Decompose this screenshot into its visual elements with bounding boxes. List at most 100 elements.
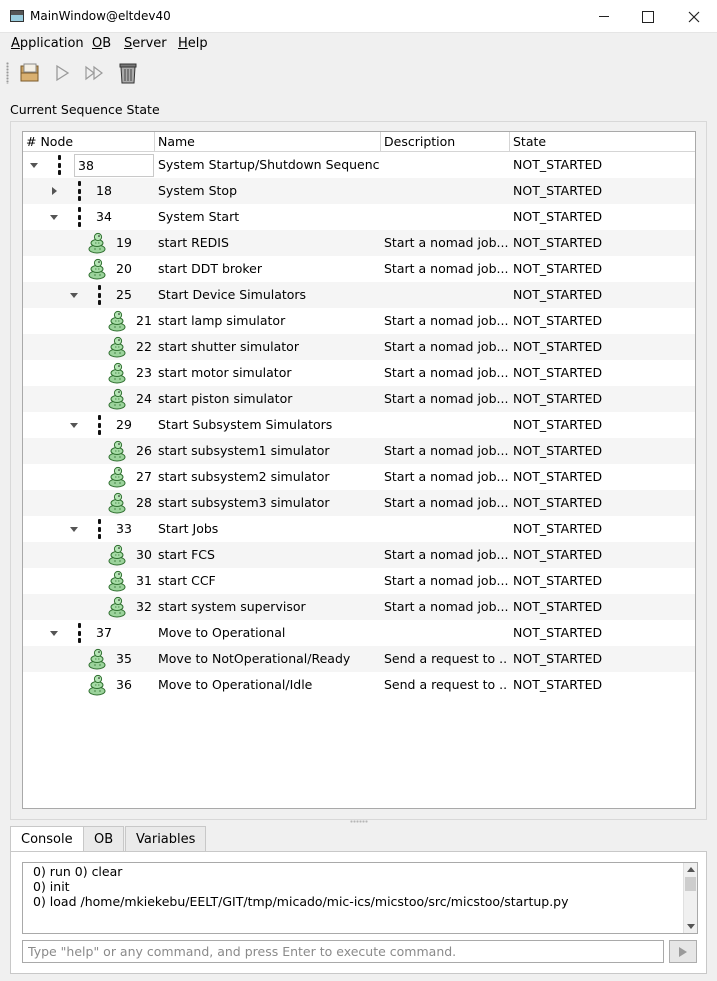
tree-row-action[interactable]: 31 start CCF Start a nomad job... NOT_START… (23, 568, 695, 594)
node-state: NOT_STARTED (513, 599, 603, 614)
tree-row-action[interactable]: 36 Move to Operational/Idle Send a request… (23, 672, 695, 698)
menu-bar: Application OB Server Help (0, 33, 717, 55)
tree-row-action[interactable]: 20 start DDT broker Start a nomad job... NO… (23, 256, 695, 282)
tree-row-sequence[interactable]: 37 Move to Operational NOT_STARTED (23, 620, 695, 646)
tree-row-sequence[interactable]: 18 System Stop NOT_STARTED (23, 178, 695, 204)
node-state: NOT_STARTED (513, 469, 603, 484)
node-description (384, 282, 508, 308)
sequence-icon (97, 519, 101, 539)
node-name: start FCS (158, 547, 215, 562)
node-name: Move to NotOperational/Ready (158, 651, 351, 666)
node-id: 32 (136, 599, 152, 614)
load-ob-button[interactable] (17, 60, 43, 86)
sequence-tree[interactable]: # Node Name Description State 38 System S… (22, 131, 696, 809)
tree-row-action[interactable]: 28 start subsystem3 simulator Start a noma… (23, 490, 695, 516)
node-state: NOT_STARTED (513, 391, 603, 406)
console-scrollbar[interactable] (683, 863, 697, 933)
node-name: Start Device Simulators (158, 287, 307, 302)
menu-application[interactable]: Application (11, 36, 84, 51)
execute-button[interactable] (669, 940, 697, 963)
menu-help[interactable]: Help (178, 36, 208, 51)
run-button[interactable] (49, 60, 75, 86)
tree-row-sequence[interactable]: 34 System Start NOT_STARTED (23, 204, 695, 230)
node-description: Start a nomad job... (384, 443, 508, 458)
column-header-description[interactable]: Description (381, 132, 510, 152)
tree-row-action[interactable]: 30 start FCS Start a nomad job... NOT_START… (23, 542, 695, 568)
python-action-icon (87, 648, 107, 670)
tree-row-sequence[interactable]: 33 Start Jobs NOT_STARTED (23, 516, 695, 542)
scroll-down-icon[interactable] (687, 924, 695, 929)
tree-row-action[interactable]: 23 start motor simulator Start a nomad job… (23, 360, 695, 386)
chevron-down-icon[interactable] (50, 215, 58, 220)
tree-row-action[interactable]: 35 Move to NotOperational/Ready Send a req… (23, 646, 695, 672)
node-name: start subsystem1 simulator (158, 443, 330, 458)
node-name: start REDIS (158, 235, 229, 250)
node-description (384, 152, 508, 178)
minimize-button[interactable] (581, 0, 627, 33)
column-header-state[interactable]: State (510, 132, 695, 152)
run-all-button[interactable] (82, 60, 108, 86)
node-name: start lamp simulator (158, 313, 286, 328)
chevron-down-icon[interactable] (50, 631, 58, 636)
tab-variables[interactable]: Variables (125, 826, 207, 852)
console-line: 0) init (33, 879, 70, 894)
node-id: 18 (96, 183, 112, 198)
app-icon (10, 10, 24, 22)
tree-row-sequence[interactable]: 29 Start Subsystem Simulators NOT_STARTED (23, 412, 695, 438)
python-action-icon (87, 258, 107, 280)
python-action-icon (107, 388, 127, 410)
command-input[interactable] (22, 940, 664, 963)
close-icon (688, 11, 700, 22)
close-button[interactable] (671, 0, 717, 33)
node-state: NOT_STARTED (513, 235, 603, 250)
node-state: NOT_STARTED (513, 573, 603, 588)
tab-console[interactable]: Console (10, 826, 84, 853)
tree-row-sequence[interactable]: 25 Start Device Simulators NOT_STARTED (23, 282, 695, 308)
tab-ob[interactable]: OB (83, 826, 125, 852)
tree-row-action[interactable]: 22 start shutter simulator Start a nomad j… (23, 334, 695, 360)
node-id: 26 (136, 443, 152, 458)
chevron-down-icon[interactable] (70, 527, 78, 532)
column-header-node[interactable]: # Node (23, 132, 155, 152)
maximize-button[interactable] (625, 0, 671, 33)
chevron-right-icon[interactable] (52, 187, 57, 195)
sequence-icon (77, 207, 81, 227)
node-name: System Startup/Shutdown Sequence (158, 157, 380, 172)
node-id: 35 (116, 651, 132, 666)
tree-row-action[interactable]: 21 start lamp simulator Start a nomad job.… (23, 308, 695, 334)
chevron-down-icon[interactable] (30, 163, 38, 168)
tree-row-action[interactable]: 26 start subsystem1 simulator Start a noma… (23, 438, 695, 464)
chevron-down-icon[interactable] (70, 293, 78, 298)
run-all-icon (85, 65, 103, 81)
tree-row-action[interactable]: 19 start REDIS Start a nomad job... NOT_STA… (23, 230, 695, 256)
tree-row-sequence[interactable]: 38 System Startup/Shutdown Sequence NOT_ST… (23, 152, 695, 178)
scroll-up-icon[interactable] (687, 867, 695, 872)
node-state: NOT_STARTED (513, 261, 603, 276)
node-name: Start Jobs (158, 521, 219, 536)
node-id: 24 (136, 391, 152, 406)
chevron-down-icon[interactable] (70, 423, 78, 428)
python-action-icon (107, 336, 127, 358)
node-description: Start a nomad job... (384, 313, 508, 328)
sequence-icon (77, 181, 81, 201)
delete-button[interactable] (115, 60, 141, 86)
menu-ob[interactable]: OB (92, 36, 111, 51)
node-id: 25 (116, 287, 132, 302)
node-state: NOT_STARTED (513, 651, 603, 666)
node-state: NOT_STARTED (513, 547, 603, 562)
python-action-icon (107, 544, 127, 566)
tree-row-action[interactable]: 27 start subsystem2 simulator Start a noma… (23, 464, 695, 490)
menu-server[interactable]: Server (124, 36, 167, 51)
console-output[interactable]: 0) run 0) clear 0) init 0) load /home/mk… (22, 862, 698, 934)
tree-row-action[interactable]: 32 start system supervisor Start a nomad j… (23, 594, 695, 620)
node-state: NOT_STARTED (513, 677, 603, 692)
node-id: 23 (136, 365, 152, 380)
node-name: start DDT broker (158, 261, 263, 276)
column-header-name[interactable]: Name (155, 132, 381, 152)
tree-row-action[interactable]: 24 start piston simulator Start a nomad jo… (23, 386, 695, 412)
scroll-thumb[interactable] (685, 877, 696, 891)
node-name: start CCF (158, 573, 216, 588)
splitter-handle[interactable] (350, 820, 368, 823)
toolbar-grip[interactable] (6, 62, 9, 84)
python-action-icon (107, 362, 127, 384)
